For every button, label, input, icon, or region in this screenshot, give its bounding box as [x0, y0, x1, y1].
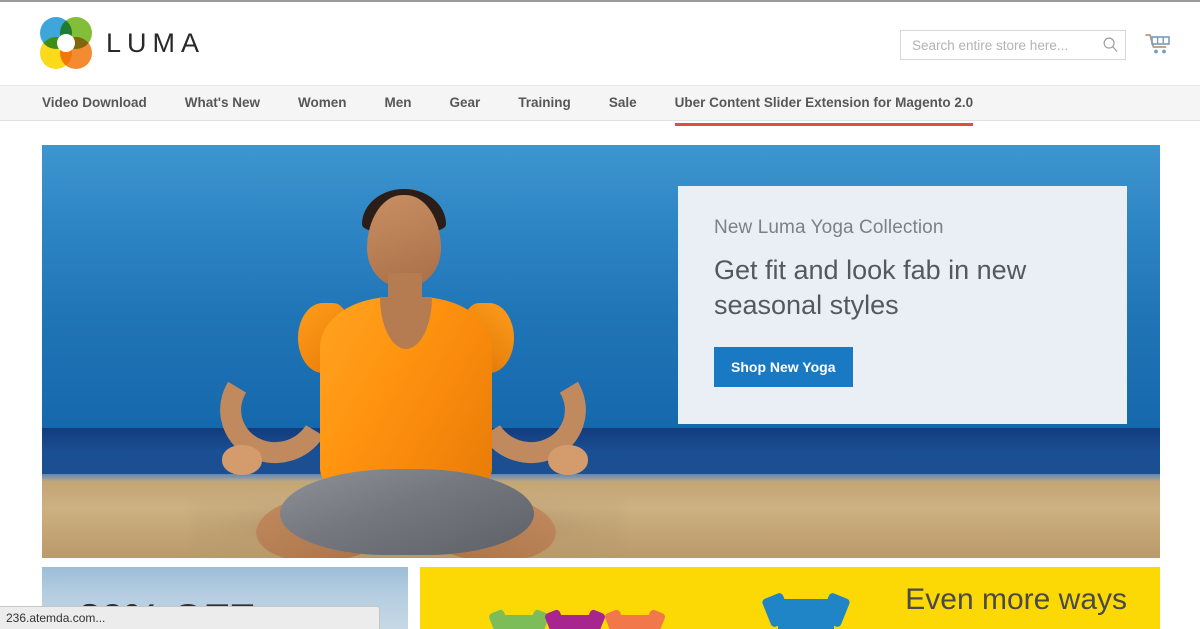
hero-title: Get fit and look fab in new seasonal sty… — [714, 255, 1027, 320]
shop-new-yoga-button[interactable]: Shop New Yoga — [714, 347, 853, 387]
search-input[interactable] — [900, 30, 1126, 60]
hero-eyebrow: New Luma Yoga Collection — [714, 217, 944, 238]
status-bar-text: 236.atemda.com... — [6, 611, 106, 625]
nav-item-training[interactable]: Training — [518, 86, 571, 120]
nav-item-gear[interactable]: Gear — [450, 86, 481, 120]
hero-caption-card: New Luma Yoga Collection Get fit and loo… — [678, 186, 1127, 424]
nav-item-women[interactable]: Women — [298, 86, 347, 120]
hero-model-photo — [192, 173, 612, 558]
nav-item-sale[interactable]: Sale — [609, 86, 637, 120]
nav-item-uber-content-slider[interactable]: Uber Content Slider Extension for Magent… — [674, 86, 973, 126]
search-box — [900, 30, 1126, 60]
nav-item-video-download[interactable]: Video Download — [42, 86, 147, 120]
site-logo[interactable]: LUMA — [40, 16, 205, 70]
shopping-cart-icon[interactable] — [1145, 33, 1171, 57]
shirt-icon-blue — [761, 591, 851, 629]
browser-status-bar: 236.atemda.com... — [0, 606, 380, 629]
shirt-icon-coral — [603, 608, 667, 629]
search-icon[interactable] — [1102, 36, 1119, 53]
luma-logo-icon — [40, 17, 92, 69]
header-actions — [900, 30, 1200, 60]
logo-wordmark: LUMA — [106, 27, 206, 58]
main-navigation: Video Download What's New Women Men Gear… — [0, 85, 1200, 126]
nav-item-men[interactable]: Men — [385, 86, 412, 120]
shirt-icon-green — [487, 608, 551, 629]
site-header: LUMA — [0, 2, 1200, 85]
even-more-ways-promo-banner[interactable]: Even more ways — [420, 567, 1160, 629]
browser-viewport: LUMA Video Download What's New — [0, 0, 1200, 629]
hero-slider[interactable]: New Luma Yoga Collection Get fit and loo… — [42, 145, 1160, 558]
nav-item-whats-new[interactable]: What's New — [185, 86, 260, 120]
even-more-ways-text: Even more ways — [905, 583, 1127, 616]
shirt-icon-magenta — [543, 608, 607, 629]
